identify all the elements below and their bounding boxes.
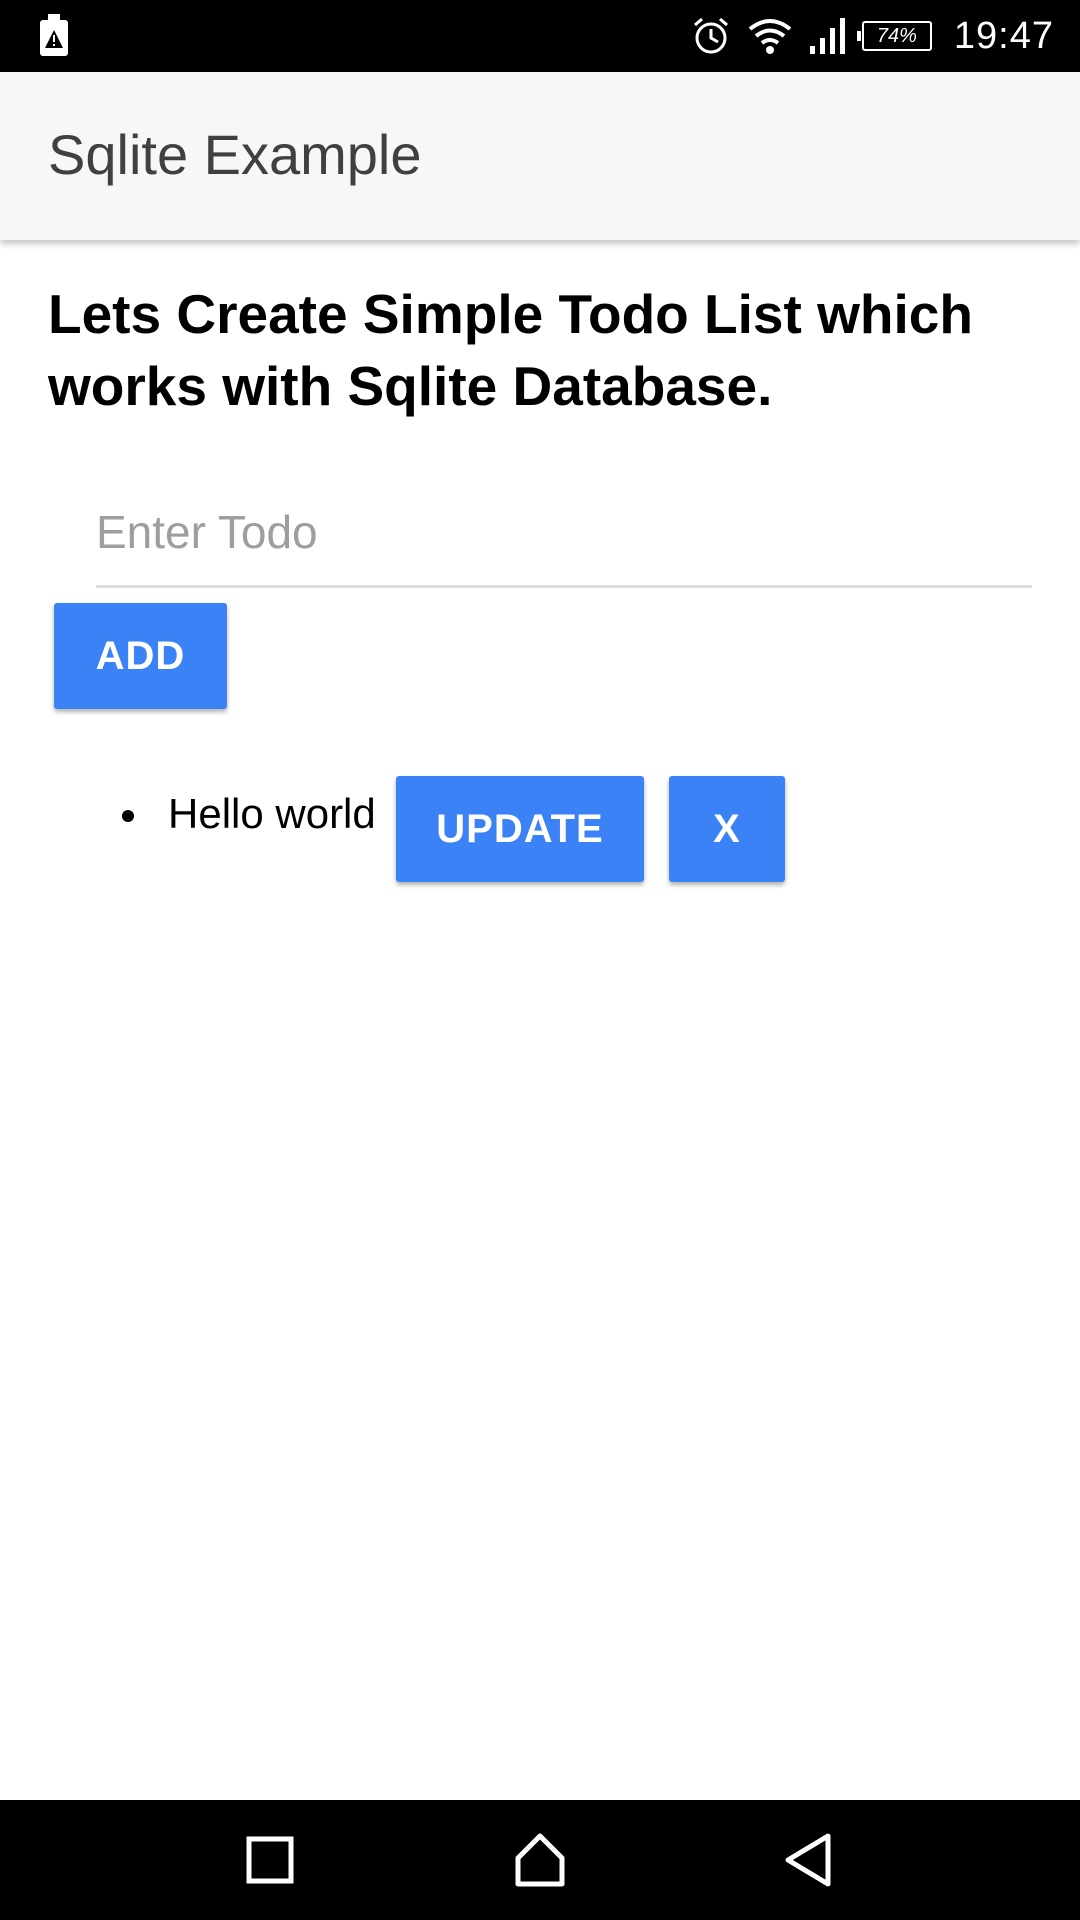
- recents-icon[interactable]: [240, 1830, 300, 1890]
- wifi-icon: [748, 19, 792, 54]
- home-icon[interactable]: [510, 1830, 570, 1890]
- status-bar: 74% 19:47: [0, 0, 1080, 72]
- signal-icon: [809, 18, 845, 54]
- navigation-bar: [0, 1800, 1080, 1920]
- todo-input[interactable]: [96, 478, 1032, 588]
- delete-button[interactable]: X: [669, 776, 785, 882]
- status-icons: 74% 19:47: [690, 0, 1054, 72]
- app-title: Sqlite Example: [48, 123, 422, 186]
- update-button[interactable]: UPDATE: [396, 776, 644, 882]
- sim-alert-icon: [40, 14, 68, 56]
- app-screen: 74% 19:47 Sqlite Example Lets Create Sim…: [0, 0, 1080, 1920]
- back-icon[interactable]: [780, 1830, 840, 1890]
- todo-text: Hello world: [168, 790, 376, 837]
- alarm-icon: [693, 17, 728, 54]
- status-time: 19:47: [953, 14, 1054, 57]
- page-heading: Lets Create Simple Todo List which works…: [48, 283, 973, 417]
- app-bar: Sqlite Example: [0, 72, 1080, 240]
- add-button[interactable]: ADD: [54, 603, 227, 709]
- list-item: Hello world UPDATE X: [0, 776, 1080, 886]
- battery-icon: 74%: [856, 21, 932, 51]
- battery-percent: 74%: [876, 24, 917, 47]
- bullet-icon: [122, 810, 134, 822]
